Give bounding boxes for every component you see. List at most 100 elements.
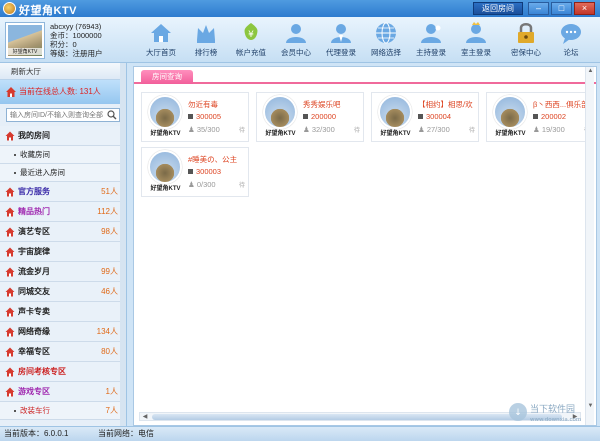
room-search-box[interactable]: [6, 108, 120, 122]
toolbar-item-label: 主持登录: [416, 48, 446, 57]
toolbar-item-3[interactable]: ¥ 帐户充值: [230, 20, 272, 62]
sidebar-item-label: 游戏专区: [18, 387, 50, 396]
room-name[interactable]: 【相约】相思/欢: [418, 99, 473, 110]
room-card[interactable]: 好望角KTVβ丶西西...俱乐部200002♟ 19/300待: [486, 92, 594, 142]
avatar[interactable]: 好望角KTV: [5, 22, 45, 59]
tab-room-search[interactable]: 房间查询: [141, 70, 193, 84]
room-thumbnail[interactable]: 好望角KTV: [259, 95, 302, 139]
sidebar-item[interactable]: 房间考核专区: [0, 362, 126, 382]
room-name[interactable]: 秀秀娱乐吧: [303, 99, 341, 110]
sidebar-item[interactable]: 演艺专区 98人: [0, 222, 126, 242]
return-room-button[interactable]: 返回房间: [473, 2, 523, 15]
room-status-label: 待: [353, 128, 360, 134]
sidebar-item[interactable]: 官方服务 51人: [0, 182, 126, 202]
sidebar-item-label: 网络奇缘: [18, 327, 50, 336]
minimize-button[interactable]: –: [528, 2, 549, 15]
room-id: 300004: [418, 112, 451, 121]
room-name[interactable]: #睡美の、公主: [188, 154, 237, 165]
person-icon: ♟: [188, 125, 197, 134]
room-card[interactable]: 好望角KTV 【相约】相思/欢 300004 ♟ 27/300 待: [371, 92, 479, 142]
room-id: 300005: [188, 112, 221, 121]
sidebar-item-count: 46人: [101, 287, 118, 296]
bullet-icon: [14, 154, 16, 156]
sidebar-item-label: 精品热门: [18, 207, 50, 216]
room-occupancy-text: 35/300: [196, 125, 220, 134]
toolbar-item-6[interactable]: 网络选择: [365, 20, 407, 62]
room-card[interactable]: 好望角KTV #睡美の、公主 300003 ♟ 0/300 待: [141, 147, 249, 197]
close-button[interactable]: ×: [574, 2, 595, 15]
sidebar-item[interactable]: 我的房间: [0, 126, 126, 146]
sidebar-item[interactable]: 流金岁月 99人: [0, 262, 126, 282]
toolbar-item-4[interactable]: 会员中心: [275, 20, 317, 62]
sidebar-item[interactable]: 收藏房间: [0, 146, 126, 164]
online-count-banner: 当前在线总人数: 131人: [0, 80, 126, 104]
window-title: 好望角KTV: [19, 5, 77, 17]
person-icon: ♟: [188, 180, 197, 189]
room-name[interactable]: β丶西西...俱乐部: [533, 99, 589, 110]
sidebar-item[interactable]: 幸福专区 80人: [0, 342, 126, 362]
room-status-label: 待: [238, 183, 245, 189]
refresh-lobby-button[interactable]: 刷新大厅: [0, 63, 126, 80]
sidebar-item[interactable]: 游戏专区 1人: [0, 382, 126, 402]
home-icon: [5, 207, 15, 217]
maximize-button[interactable]: □: [551, 2, 572, 15]
toolbar-item-9[interactable]: 密保中心: [505, 20, 547, 62]
room-thumbnail[interactable]: 好望角KTV: [144, 150, 187, 194]
room-thumbnail[interactable]: 好望角KTV: [374, 95, 417, 139]
watermark-logo: ↓ 当下软件园 www.downxia.com: [509, 403, 581, 423]
sidebar-item-count: 99人: [101, 267, 118, 276]
toolbar-item-8[interactable]: 室主登录: [455, 20, 497, 62]
home-icon: [5, 347, 15, 357]
sidebar-item[interactable]: 同城交友 46人: [0, 282, 126, 302]
member-icon: [286, 24, 306, 43]
home-icon: [5, 387, 15, 397]
toolbar-item-label: 论坛: [563, 48, 579, 57]
room-name[interactable]: 勿近有毒: [188, 99, 218, 110]
user-info: abcxyy (76943) 金币：1000000 积分：0 等级：注册用户: [50, 22, 103, 58]
room-id: 200002: [533, 112, 566, 121]
sidebar-item-count: 112人: [97, 207, 118, 216]
chat-icon: [561, 24, 581, 44]
sidebar-item[interactable]: 改装车行 7人: [0, 402, 126, 420]
scroll-left-arrow-icon[interactable]: ◀: [141, 413, 149, 421]
room-occupancy: ♟ 27/300: [418, 125, 450, 134]
sidebar-scrollbar[interactable]: [120, 63, 126, 426]
room-image: [378, 95, 412, 129]
room-card[interactable]: 好望角KTV 秀秀娱乐吧 200000 ♟ 32/300 待: [256, 92, 364, 142]
toolbar-item-label: 室主登录: [461, 48, 491, 57]
room-status-label: 待: [468, 128, 475, 134]
toolbar-item-2[interactable]: 排行榜: [185, 20, 227, 62]
room-thumbnail[interactable]: 好望角KTV: [489, 95, 532, 139]
room-occupancy-text: 27/300: [426, 125, 450, 134]
room-search-input[interactable]: [7, 109, 119, 121]
search-icon[interactable]: [107, 110, 117, 120]
room-thumbnail-caption: 好望角KTV: [150, 186, 181, 192]
toolbar-item-label: 密保中心: [511, 48, 541, 57]
scroll-up-arrow-icon[interactable]: ▲: [587, 68, 594, 75]
sidebar-item[interactable]: 宇宙旋律: [0, 242, 126, 262]
sidebar-item-count: 80人: [101, 347, 118, 356]
room-thumbnail[interactable]: 好望角KTV: [144, 95, 187, 139]
home-icon: [5, 267, 15, 277]
sidebar-item[interactable]: 精品热门 112人: [0, 202, 126, 222]
sidebar-item-count: 1人: [105, 387, 118, 396]
sidebar-item-label: 我的房间: [18, 131, 50, 140]
sidebar-item[interactable]: 声卡专卖: [0, 302, 126, 322]
toolbar-item-1[interactable]: 大厅首页: [140, 20, 182, 62]
room-occupancy: ♟ 0/300: [188, 180, 216, 189]
horizontal-scroll-thumb[interactable]: [152, 414, 562, 420]
toolbar-item-5[interactable]: 代理登录: [320, 20, 362, 62]
room-occupancy: ♟ 32/300: [303, 125, 335, 134]
sidebar: 刷新大厅 当前在线总人数: 131人 我的房间收藏房间最近进入房间官方服务 51人…: [0, 63, 127, 426]
vertical-scrollbar[interactable]: ▲ ▼: [585, 67, 594, 425]
toolbar-item-7[interactable]: 主持登录: [410, 20, 452, 62]
room-occupancy: ♟ 19/300: [533, 125, 565, 134]
sidebar-item[interactable]: 网络奇缘 134人: [0, 322, 126, 342]
sidebar-item[interactable]: 最近进入房间: [0, 164, 126, 182]
toolbar-item-10[interactable]: 论坛: [550, 20, 592, 62]
app-logo-icon: [3, 2, 16, 15]
room-image: [263, 95, 297, 129]
room-card[interactable]: 好望角KTV 勿近有毒 300005 ♟ 35/300 待: [141, 92, 249, 142]
user-name: abcxyy (76943): [50, 22, 102, 31]
room-thumbnail-caption: 好望角KTV: [150, 131, 181, 137]
